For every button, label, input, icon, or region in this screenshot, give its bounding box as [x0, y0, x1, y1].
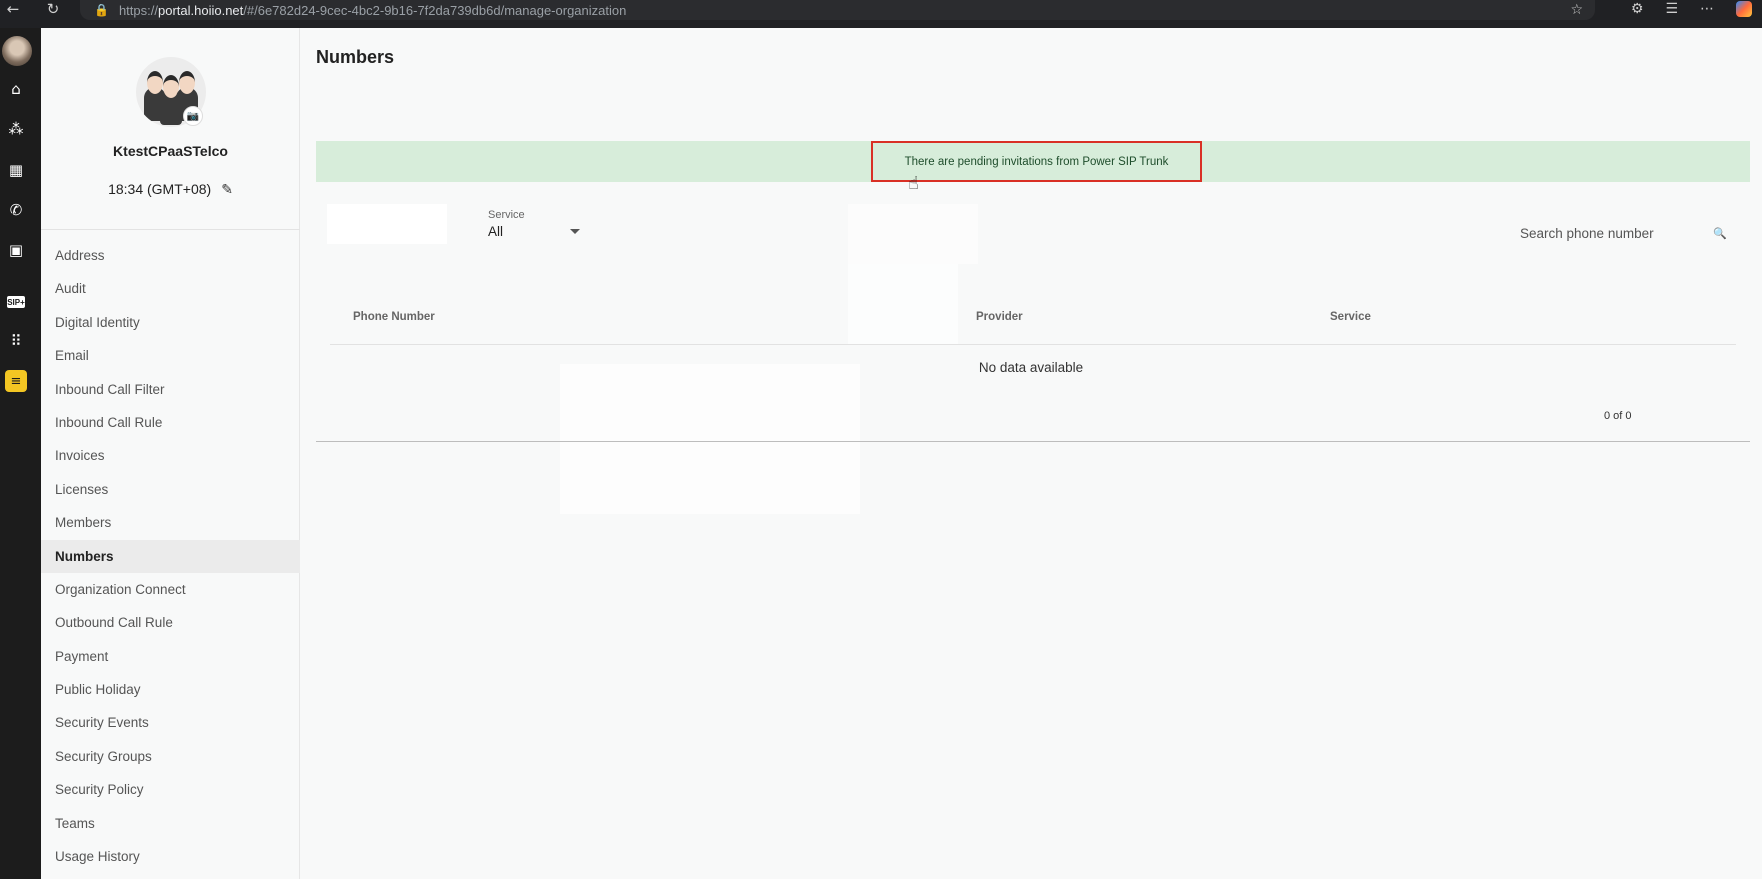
camera-icon[interactable]: 📷: [183, 106, 203, 126]
sip-icon[interactable]: SIP+: [7, 296, 25, 308]
ghost-overlay: [560, 364, 860, 514]
menu-item-licenses[interactable]: Licenses: [41, 473, 300, 506]
settings-menu: Address Audit Digital Identity Email Inb…: [41, 239, 300, 873]
service-select-label: Service: [488, 209, 525, 221]
menu-item-digital-identity[interactable]: Digital Identity: [41, 306, 300, 339]
organization-time-text: 18:34 (GMT+08): [108, 181, 212, 197]
menu-item-security-events[interactable]: Security Events: [41, 706, 300, 739]
edit-pencil-icon[interactable]: ✎: [221, 182, 233, 198]
copilot-icon[interactable]: [1736, 1, 1752, 17]
browser-toolbar: ← ↻ 🔒 https://portal.hoiio.net/#/6e782d2…: [0, 0, 1762, 28]
home-icon[interactable]: ⌂: [5, 78, 27, 100]
more-icon[interactable]: ⋯: [1700, 0, 1714, 20]
browser-actions: ⚙ ☰ ⋯: [1631, 0, 1762, 20]
dashboard-icon[interactable]: ▦: [5, 159, 27, 181]
menu-item-members[interactable]: Members: [41, 506, 300, 539]
star-icon[interactable]: ☆: [1570, 2, 1583, 18]
favorites-icon[interactable]: ☰: [1665, 0, 1678, 20]
menu-item-usage-history[interactable]: Usage History: [41, 840, 300, 873]
refresh-icon[interactable]: ↻: [40, 0, 66, 18]
user-avatar[interactable]: [2, 36, 32, 66]
menu-item-organization-connect[interactable]: Organization Connect: [41, 573, 300, 606]
address-bar[interactable]: 🔒 https://portal.hoiio.net/#/6e782d24-9c…: [80, 0, 1595, 20]
caret-down-icon[interactable]: [570, 229, 580, 234]
phone-icon[interactable]: ✆: [5, 199, 27, 221]
page-title: Numbers: [316, 47, 395, 67]
table-footer-divider: [316, 441, 1750, 442]
yellow-app-icon[interactable]: ≡: [5, 370, 27, 392]
contacts-icon[interactable]: ▣: [5, 239, 27, 261]
back-arrow-icon[interactable]: ←: [0, 0, 26, 18]
column-phone-number[interactable]: Phone Number: [353, 311, 435, 323]
search-input[interactable]: [1520, 225, 1700, 241]
menu-item-email[interactable]: Email: [41, 339, 300, 372]
pagination-count: 0 of 0: [1604, 410, 1632, 422]
notice-banner: There are pending invitations from Power…: [316, 141, 1750, 182]
empty-state: No data available: [978, 360, 1084, 375]
menu-item-invoices[interactable]: Invoices: [41, 439, 300, 472]
organization-sidebar: 📷 KtestCPaaSTelco 18:34 (GMT+08) ✎ Addres…: [41, 28, 300, 879]
column-provider[interactable]: Provider: [976, 311, 1023, 323]
column-service[interactable]: Service: [1330, 311, 1371, 323]
menu-item-public-holiday[interactable]: Public Holiday: [41, 673, 300, 706]
service-select[interactable]: Service All: [488, 209, 588, 239]
main-content: Numbers There are pending invitations fr…: [300, 28, 1762, 879]
search-icon[interactable]: 🔍: [1713, 227, 1727, 240]
menu-item-payment[interactable]: Payment: [41, 640, 300, 673]
menu-item-address[interactable]: Address: [41, 239, 300, 272]
service-select-value: All: [488, 224, 504, 239]
organization-name: KtestCPaaSTelco: [113, 143, 228, 159]
menu-item-security-policy[interactable]: Security Policy: [41, 773, 300, 806]
menu-item-inbound-call-rule[interactable]: Inbound Call Rule: [41, 406, 300, 439]
table-header: Phone Number Provider Service: [330, 294, 1736, 344]
hand-cursor-icon: ☝: [908, 173, 919, 194]
ghost-overlay: [848, 204, 978, 264]
menu-item-security-groups[interactable]: Security Groups: [41, 740, 300, 773]
search-phone-number: 🔍: [1520, 221, 1745, 245]
table-divider: [330, 344, 1736, 345]
apps-grid-icon[interactable]: ⠿: [5, 330, 27, 352]
url-text: https://portal.hoiio.net/#/6e782d24-9cec…: [118, 2, 627, 18]
org-icon[interactable]: ⁂: [5, 118, 27, 140]
pending-invitations-link[interactable]: There are pending invitations from Power…: [871, 141, 1202, 182]
lock-icon: 🔒: [94, 3, 109, 17]
extensions-icon[interactable]: ⚙: [1631, 0, 1644, 20]
menu-item-numbers[interactable]: Numbers: [41, 539, 300, 573]
menu-item-teams[interactable]: Teams: [41, 807, 300, 840]
filter-placeholder: [327, 204, 447, 244]
app-rail: ⌂ ⁂ ▦ ✆ ▣ SIP+ ⠿ ≡: [0, 28, 41, 879]
menu-item-audit[interactable]: Audit: [41, 272, 300, 305]
menu-item-inbound-call-filter[interactable]: Inbound Call Filter: [41, 373, 300, 406]
organization-time: 18:34 (GMT+08) ✎: [41, 181, 300, 198]
menu-item-outbound-call-rule[interactable]: Outbound Call Rule: [41, 606, 300, 639]
divider: [41, 229, 300, 230]
